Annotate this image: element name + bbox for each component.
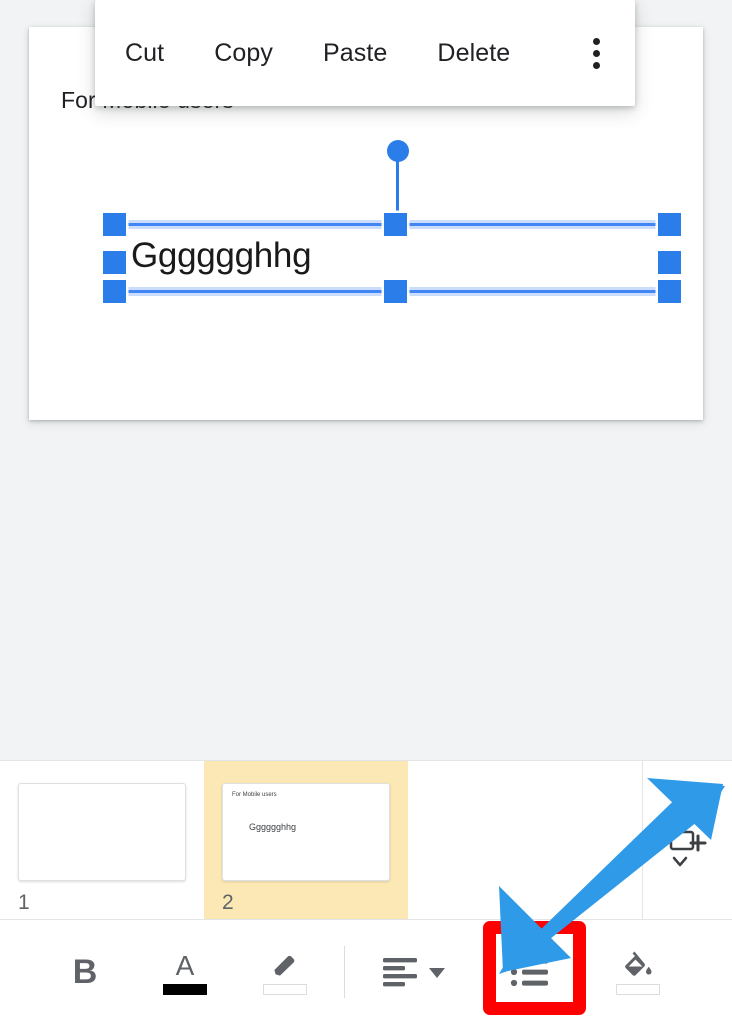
resize-handle-top-center[interactable] [384,213,407,236]
resize-handle-top-left[interactable] [103,213,126,236]
format-toolbar: B A [0,919,732,1024]
selected-textbox[interactable]: Gggggghhg [103,140,681,303]
context-menu: Cut Copy Paste Delete [95,0,635,106]
resize-handle-middle-left[interactable] [103,251,126,274]
toolbar-separator [344,946,345,998]
context-menu-item-cut[interactable]: Cut [125,29,164,78]
context-menu-item-paste[interactable]: Paste [323,29,387,78]
resize-handle-top-right[interactable] [658,213,681,236]
fill-color-button[interactable] [601,935,675,1009]
chevron-down-icon [429,968,445,978]
align-left-icon [383,958,445,987]
editor-canvas-area: For Mobile users Gggggghhg [0,0,732,760]
context-menu-item-delete[interactable]: Delete [437,29,510,78]
text-color-icon: A [176,950,195,980]
more-vertical-icon[interactable] [579,31,613,75]
highlight-color-button[interactable] [248,935,322,1009]
slide-number: 2 [222,891,234,914]
filmstrip-slide-2[interactable]: For Mobile users Gggggghhg 2 [204,761,408,920]
bold-icon: B [72,953,98,991]
dot [592,49,600,57]
dot [592,37,600,45]
fill-color-swatch [616,983,660,995]
text-color-button[interactable]: A [148,935,222,1009]
text-color-swatch [163,983,207,995]
add-slide-icon[interactable] [668,828,710,868]
resize-handle-bottom-right[interactable] [658,280,681,303]
resize-handle-middle-right[interactable] [658,251,681,274]
resize-handle-bottom-center[interactable] [384,280,407,303]
svg-text:A: A [176,950,195,980]
bulleted-list-icon [510,957,548,987]
align-button[interactable] [371,935,463,1009]
filmstrip-divider [642,760,643,919]
slides-editor-screen: For Mobile users Gggggghhg Cut Copy Pas [0,0,732,1024]
slide-thumbnail[interactable] [18,783,186,881]
resize-handle-bottom-left[interactable] [103,280,126,303]
thumbnail-body: Gggggghhg [249,822,297,832]
highlight-color-swatch [263,983,307,995]
filmstrip-slide-1[interactable]: 1 [0,761,204,920]
highlight-icon [274,955,295,976]
rotation-handle[interactable] [387,140,409,162]
textbox-text[interactable]: Gggggghhg [131,236,312,276]
context-menu-item-copy[interactable]: Copy [214,29,273,78]
bulleted-list-button[interactable] [493,935,567,1009]
dot [592,61,600,69]
slide-thumbnail[interactable]: For Mobile users Gggggghhg [222,783,390,881]
slide-filmstrip: 1 For Mobile users Gggggghhg 2 [0,760,732,920]
slide-number: 1 [18,891,30,914]
bold-button[interactable]: B [48,935,122,1009]
fill-color-icon [625,951,652,976]
thumbnail-title: For Mobile users [232,792,277,798]
